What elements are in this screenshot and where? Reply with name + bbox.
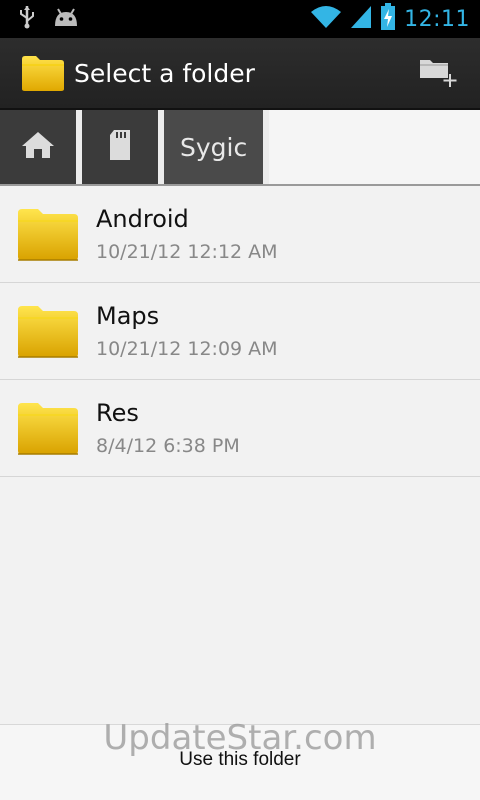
signal-icon: [350, 4, 372, 34]
list-item[interactable]: Android 10/21/12 12:12 AM: [0, 186, 480, 283]
android-icon: [52, 6, 80, 32]
folder-icon: [16, 302, 80, 360]
breadcrumb-home[interactable]: [0, 110, 76, 184]
new-folder-button[interactable]: [418, 55, 458, 91]
sd-card-icon: [108, 129, 132, 165]
folder-date: 10/21/12 12:12 AM: [96, 241, 278, 263]
bottom-bar: Use this folder: [0, 724, 480, 800]
breadcrumb-spacer: [269, 110, 480, 184]
usb-icon: [16, 4, 38, 34]
breadcrumb-current[interactable]: Sygic: [164, 110, 264, 184]
folder-date: 8/4/12 6:38 PM: [96, 435, 240, 457]
new-folder-icon: [418, 54, 458, 92]
folder-name: Maps: [96, 302, 160, 330]
folder-list: Android 10/21/12 12:12 AM Maps 10/21/12 …: [0, 186, 480, 477]
home-icon: [21, 130, 55, 164]
folder-icon: [16, 205, 80, 263]
breadcrumb: Sygic: [0, 110, 480, 186]
use-this-folder-button[interactable]: Use this folder: [0, 725, 480, 800]
battery-charging-icon: [380, 3, 396, 35]
folder-icon: [20, 53, 66, 93]
page-title: Select a folder: [74, 58, 255, 88]
wifi-icon: [310, 4, 342, 34]
action-bar: Select a folder: [0, 38, 480, 110]
list-item[interactable]: Res 8/4/12 6:38 PM: [0, 380, 480, 477]
status-clock: 12:11: [404, 6, 470, 32]
status-bar: 12:11: [0, 0, 480, 38]
folder-name: Res: [96, 399, 139, 427]
list-item[interactable]: Maps 10/21/12 12:09 AM: [0, 283, 480, 380]
breadcrumb-sd-card[interactable]: [82, 110, 158, 184]
folder-date: 10/21/12 12:09 AM: [96, 338, 278, 360]
folder-name: Android: [96, 205, 189, 233]
folder-icon: [16, 399, 80, 457]
